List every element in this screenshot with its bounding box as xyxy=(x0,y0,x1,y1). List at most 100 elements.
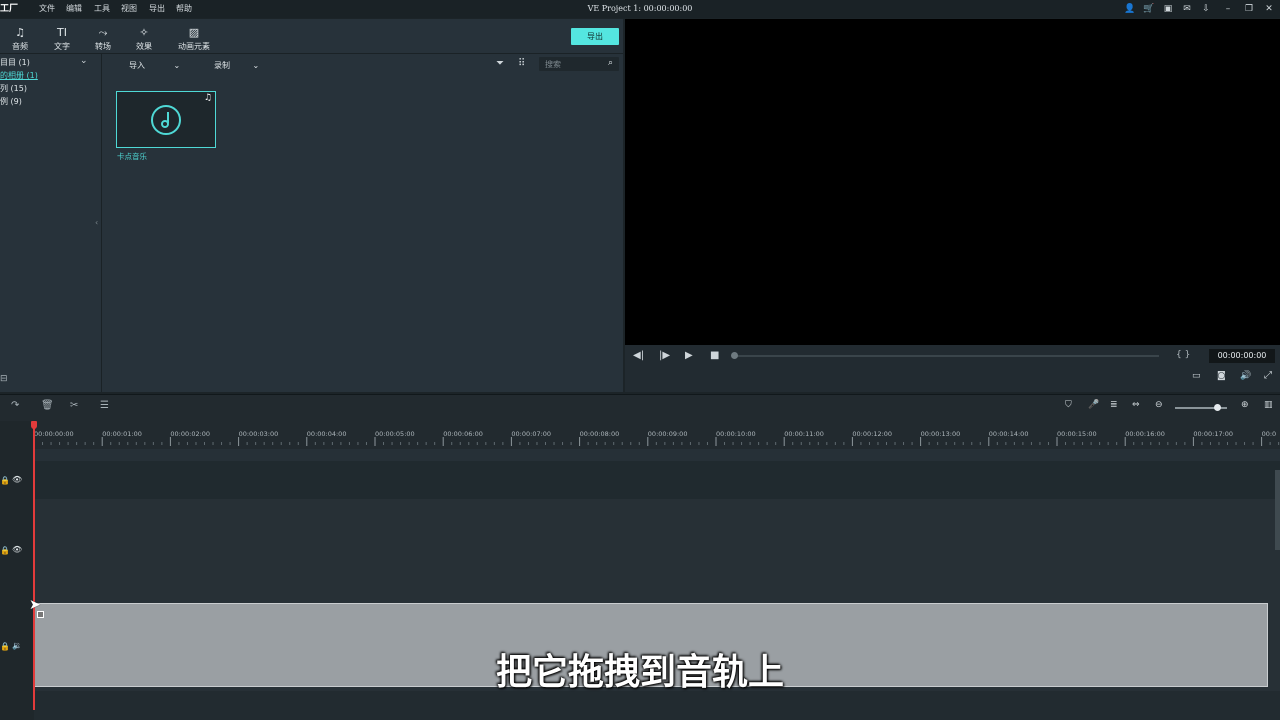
import-dropdown[interactable]: 导入 ⌄ xyxy=(129,60,180,71)
account-icon[interactable]: 👤 xyxy=(1124,3,1136,15)
tool-text[interactable]: TI 文字 xyxy=(42,26,82,52)
export-button[interactable]: 导出 xyxy=(571,28,619,45)
microphone-icon[interactable]: 🎤 xyxy=(1088,400,1099,410)
zoom-out-icon[interactable]: ⊖ xyxy=(1155,400,1163,410)
tool-transition-label: 转场 xyxy=(95,42,111,51)
record-label: 录制 xyxy=(214,61,230,70)
music-note-icon: ♫ xyxy=(15,26,25,39)
filter-icon[interactable]: ⏷ xyxy=(496,58,504,69)
volume-icon[interactable]: 🔊 xyxy=(1240,371,1251,381)
search-input[interactable]: 搜索 ⌕ xyxy=(539,57,619,71)
ruler-tick-label: 00:00:14:00 xyxy=(988,430,1029,438)
new-folder-icon[interactable]: ⊟ xyxy=(0,374,8,384)
next-frame-icon[interactable]: |▶ xyxy=(659,350,670,361)
video-track-2[interactable] xyxy=(34,499,1280,601)
preview-canvas xyxy=(625,19,1280,345)
cart-icon[interactable]: 🛒 xyxy=(1143,3,1155,15)
ruler-tick-label: 00:00:09:00 xyxy=(647,430,688,438)
fullscreen-icon[interactable]: ⤢ xyxy=(1264,370,1272,381)
effects-icon: ✧ xyxy=(139,26,149,39)
tree-item-album[interactable]: 的相册 (1) xyxy=(0,70,38,81)
delete-icon[interactable]: 🗑 xyxy=(41,400,54,411)
panel-toggle-icon[interactable]: ▥ xyxy=(1264,400,1273,410)
media-item-music[interactable]: ♫ xyxy=(116,91,216,148)
ruler-tick-label: 00:00:02:00 xyxy=(170,430,211,438)
ruler-tick-label: 00:00:12:00 xyxy=(852,430,893,438)
adjust-icon[interactable]: ☰ xyxy=(100,400,109,411)
redo-icon[interactable]: ↷ xyxy=(11,400,19,411)
ruler-tick-label: 00:00:10:00 xyxy=(716,430,756,438)
fit-timeline-icon[interactable]: ⇔ xyxy=(1132,400,1140,410)
ruler-tick-label: 00:00:08:00 xyxy=(579,430,620,438)
tool-text-label: 文字 xyxy=(54,42,70,51)
tree-item-project[interactable]: 目目 (1) xyxy=(0,57,30,68)
search-placeholder: 搜索 xyxy=(545,60,561,69)
prev-frame-icon[interactable]: ◀| xyxy=(633,350,644,361)
voiceover-icon[interactable]: ≣ xyxy=(1110,400,1118,410)
tree-item-samples[interactable]: 列 (15) xyxy=(0,83,27,94)
chevron-down-icon: ⌄ xyxy=(252,61,260,70)
mouse-cursor-icon: ➤ xyxy=(29,597,41,613)
chevron-down-icon: ⌄ xyxy=(173,61,181,70)
marker-icon[interactable]: ⛉ xyxy=(1065,400,1072,410)
ruler-tick-label: 00:00:04:00 xyxy=(306,430,347,438)
ruler-tick-label: 00:00:01:00 xyxy=(102,430,142,438)
ruler-tick-label: 00:00:00:00 xyxy=(34,430,74,438)
media-item-label: 卡点音乐 xyxy=(117,152,147,161)
lock-icon[interactable]: 🔒 xyxy=(0,476,10,485)
snapshot-icon[interactable]: ◙ xyxy=(1217,371,1226,381)
preview-scrubber[interactable] xyxy=(735,355,1159,357)
ruler-tick-label: 00:0 xyxy=(1261,430,1277,438)
window-title: VE Project 1: 00:00:00:00 xyxy=(587,4,693,13)
ruler-tick-label: 00:00:07:00 xyxy=(511,430,552,438)
minimize-icon[interactable]: – xyxy=(1222,3,1234,15)
empty-track[interactable] xyxy=(34,691,1280,720)
search-icon: ⌕ xyxy=(608,58,614,68)
tool-audio[interactable]: ♫ 音频 xyxy=(0,26,40,52)
ruler-tick-label: 00:00:11:00 xyxy=(784,430,824,438)
zoom-knob[interactable] xyxy=(1214,404,1221,411)
scrubber-knob[interactable] xyxy=(731,352,738,359)
tree-item-examples[interactable]: 例 (9) xyxy=(0,96,22,107)
tool-elements[interactable]: ▨ 动画元素 xyxy=(170,26,218,52)
save-icon[interactable]: ▣ xyxy=(1162,3,1174,15)
playhead-handle[interactable] xyxy=(31,421,37,429)
restore-icon[interactable]: ❐ xyxy=(1243,3,1255,15)
ruler-tick-label: 00:00:16:00 xyxy=(1125,430,1165,438)
play-icon[interactable]: ▶ xyxy=(685,350,693,361)
download-icon[interactable]: ⇩ xyxy=(1200,3,1212,15)
display-settings-icon[interactable]: ▭ xyxy=(1192,371,1201,381)
tool-elements-label: 动画元素 xyxy=(178,42,210,51)
tool-audio-label: 音频 xyxy=(12,42,28,51)
tool-transition[interactable]: ⤳ 转场 xyxy=(83,26,123,52)
mark-in-out[interactable]: { } xyxy=(1176,350,1190,360)
eye-icon[interactable]: 👁 xyxy=(12,475,22,484)
ruler-tick-label: 00:00:13:00 xyxy=(920,430,961,438)
image-icon: ▨ xyxy=(188,26,200,39)
caption-subtitle: 把它拖拽到音轨上 xyxy=(495,652,784,693)
track-spacer xyxy=(34,449,1280,461)
eye-icon[interactable]: 👁 xyxy=(12,545,22,554)
panel-collapse-icon[interactable]: ‹ xyxy=(95,218,98,227)
ruler-tick-label: 00:00:06:00 xyxy=(443,430,483,438)
video-track-1[interactable] xyxy=(34,461,1280,499)
ruler-tick-label: 00:00:17:00 xyxy=(1193,430,1234,438)
timeline-scrollbar[interactable] xyxy=(1275,470,1280,550)
preview-timecode: 00:00:00:00 xyxy=(1209,349,1275,363)
ruler-tick-label: 00:00:05:00 xyxy=(375,430,415,438)
grid-view-icon[interactable]: ⠿ xyxy=(518,58,525,69)
stop-icon[interactable]: ■ xyxy=(710,350,719,361)
ruler-tick-label: 00:00:15:00 xyxy=(1057,430,1097,438)
text-icon: TI xyxy=(57,26,67,39)
import-label: 导入 xyxy=(129,61,145,70)
close-icon[interactable]: ✕ xyxy=(1263,3,1275,15)
record-dropdown[interactable]: 录制 ⌄ xyxy=(214,60,259,71)
cut-icon[interactable]: ✂ xyxy=(70,400,78,411)
zoom-in-icon[interactable]: ⊕ xyxy=(1241,400,1249,410)
collapse-chevron-icon[interactable]: ⌄ xyxy=(80,56,88,66)
ruler-tick-label: 00:00:03:00 xyxy=(238,430,279,438)
tool-effects-label: 效果 xyxy=(136,42,152,51)
lock-icon[interactable]: 🔒 xyxy=(0,546,10,555)
tool-effects[interactable]: ✧ 效果 xyxy=(124,26,164,52)
mail-icon[interactable]: ✉ xyxy=(1181,3,1193,15)
